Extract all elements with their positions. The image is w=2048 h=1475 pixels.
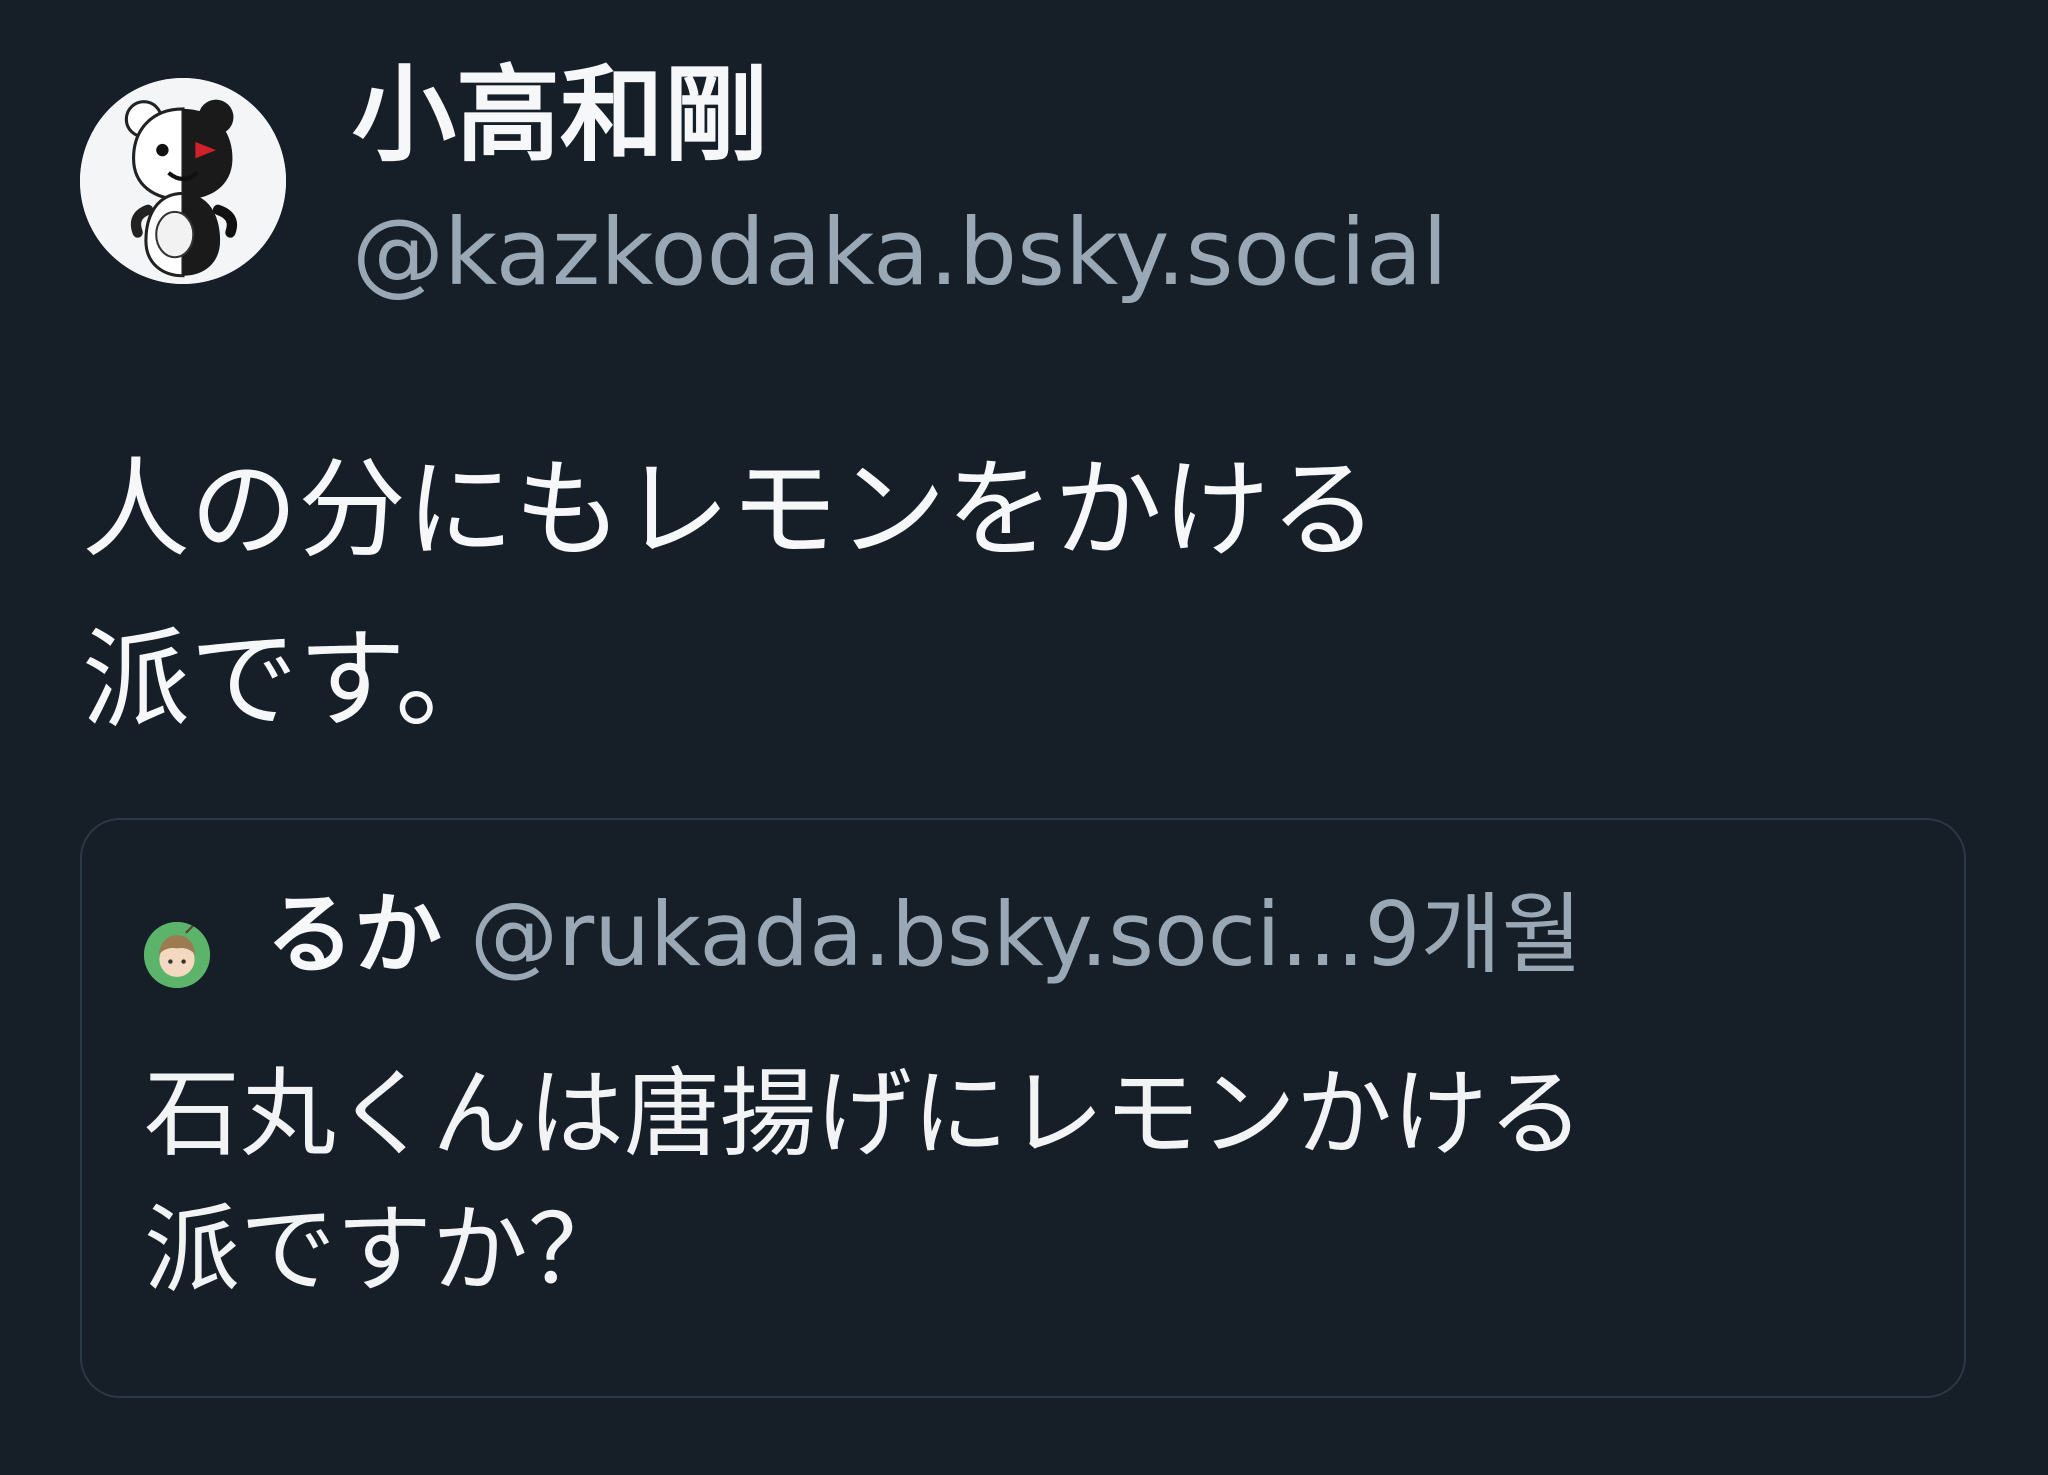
- post-text-line: 人の分にもレモンをかける: [82, 448, 1379, 573]
- quote-author-handle[interactable]: @rukada.bsky.soci...: [470, 883, 1365, 986]
- author-avatar[interactable]: [80, 78, 286, 284]
- author-handle[interactable]: @kazkodaka.bsky.social: [352, 200, 1448, 306]
- quote-timestamp[interactable]: 9개월: [1365, 883, 1583, 986]
- quote-header: るか @rukada.bsky.soci...9개월: [266, 882, 1582, 988]
- quote-author-display-name[interactable]: るか: [266, 883, 442, 986]
- quote-text: 石丸くんは唐揚げにレモンかける 派ですか？: [144, 1046, 1924, 1318]
- post-text-line: 派です。: [82, 618, 504, 743]
- quoted-post-card[interactable]: るか @rukada.bsky.soci...9개월 石丸くんは唐揚げにレモンかけ…: [80, 818, 1966, 1398]
- author-display-name[interactable]: 小高和剛: [352, 55, 768, 176]
- user-avatar-icon: [144, 922, 210, 988]
- quote-text-line: 派ですか？: [144, 1194, 624, 1306]
- quote-author-avatar[interactable]: [144, 922, 210, 988]
- monokuma-avatar-icon: [80, 78, 286, 284]
- post-text: 人の分にもレモンをかける 派です。: [82, 426, 1882, 766]
- quote-text-line: 石丸くんは唐揚げにレモンかける: [144, 1058, 1584, 1170]
